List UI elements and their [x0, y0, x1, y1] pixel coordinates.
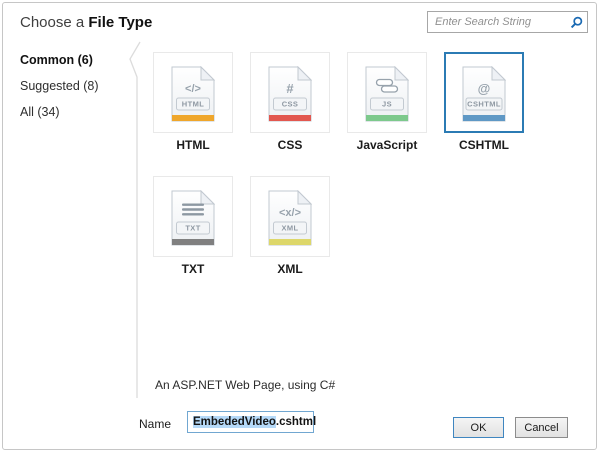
file-type-cell: JS JavaScript [347, 52, 427, 152]
file-type-tile[interactable]: # CSS [250, 52, 330, 133]
file-type-tile[interactable]: @ CSHTML [444, 52, 524, 133]
glyph-text: <x/> [279, 207, 301, 219]
glyph-text: @ [478, 81, 491, 96]
page-fold [201, 67, 214, 80]
ok-button[interactable]: OK [453, 417, 504, 438]
file-type-grid: </> HTML HTML # CSS CSS [153, 52, 524, 276]
file-type-tile[interactable]: <x/> XML [250, 176, 330, 257]
name-value-selected: EmbededVideo [193, 416, 276, 428]
file-color-bar [366, 115, 408, 121]
glyph-text: </> [185, 83, 201, 95]
sidebar-item-all[interactable]: All (34) [20, 105, 99, 119]
file-color-bar [269, 239, 311, 245]
file-type-cell: <x/> XML XML [250, 176, 330, 276]
title-emphasis: File Type [88, 14, 152, 31]
javascript-file-icon: JS [365, 66, 409, 122]
page-fold [395, 67, 408, 80]
file-color-bar [172, 239, 214, 245]
file-type-cell: @ CSHTML CSHTML [444, 52, 524, 152]
file-type-cell: </> HTML HTML [153, 52, 233, 152]
name-input[interactable]: EmbededVideo.cshtml [187, 411, 314, 433]
search-input[interactable] [428, 12, 568, 32]
page-fold [201, 191, 214, 204]
css-file-icon: # CSS [268, 66, 312, 122]
file-type-tile[interactable]: JS [347, 52, 427, 133]
name-value-extension: .cshtml [276, 416, 316, 428]
text-lines-icon [182, 204, 204, 216]
name-label: Name [139, 417, 171, 431]
title-prefix: Choose a [20, 14, 88, 31]
sidebar-item-common[interactable]: Common (6) [20, 53, 99, 67]
file-type-label: XML [250, 262, 330, 276]
badge-text: JS [382, 100, 392, 109]
page-fold [492, 67, 505, 80]
file-type-tile[interactable]: </> HTML [153, 52, 233, 133]
page-fold [298, 191, 311, 204]
badge-text: XML [281, 224, 298, 233]
xml-file-icon: <x/> XML [268, 190, 312, 246]
badge-text: CSS [282, 100, 299, 109]
html-file-icon: </> HTML [171, 66, 215, 122]
search-box[interactable] [427, 11, 588, 33]
file-color-bar [463, 115, 505, 121]
file-type-label: HTML [153, 138, 233, 152]
badge-text: TXT [185, 224, 200, 233]
choose-file-type-dialog: Choose a File Type Common (6) Suggested … [2, 2, 597, 450]
cancel-button[interactable]: Cancel [515, 417, 568, 438]
badge-text: HTML [182, 100, 204, 109]
search-icon[interactable] [570, 16, 583, 29]
dialog-title: Choose a File Type [20, 14, 152, 31]
file-type-label: TXT [153, 262, 233, 276]
file-type-label: CSS [250, 138, 330, 152]
file-color-bar [269, 115, 311, 121]
file-color-bar [172, 115, 214, 121]
txt-file-icon: TXT [171, 190, 215, 246]
file-type-tile[interactable]: TXT [153, 176, 233, 257]
category-sidebar: Common (6) Suggested (8) All (34) [20, 53, 99, 131]
glyph-text: # [286, 81, 294, 96]
file-type-cell: TXT TXT [153, 176, 233, 276]
category-divider-chevron [126, 39, 146, 405]
page-fold [298, 67, 311, 80]
sidebar-item-suggested[interactable]: Suggested (8) [20, 79, 99, 93]
file-type-cell: # CSS CSS [250, 52, 330, 152]
file-type-label: JavaScript [347, 138, 427, 152]
file-type-label: CSHTML [444, 138, 524, 152]
badge-text: CSHTML [467, 100, 501, 109]
file-type-description: An ASP.NET Web Page, using C# [155, 378, 335, 392]
cshtml-file-icon: @ CSHTML [462, 66, 506, 122]
